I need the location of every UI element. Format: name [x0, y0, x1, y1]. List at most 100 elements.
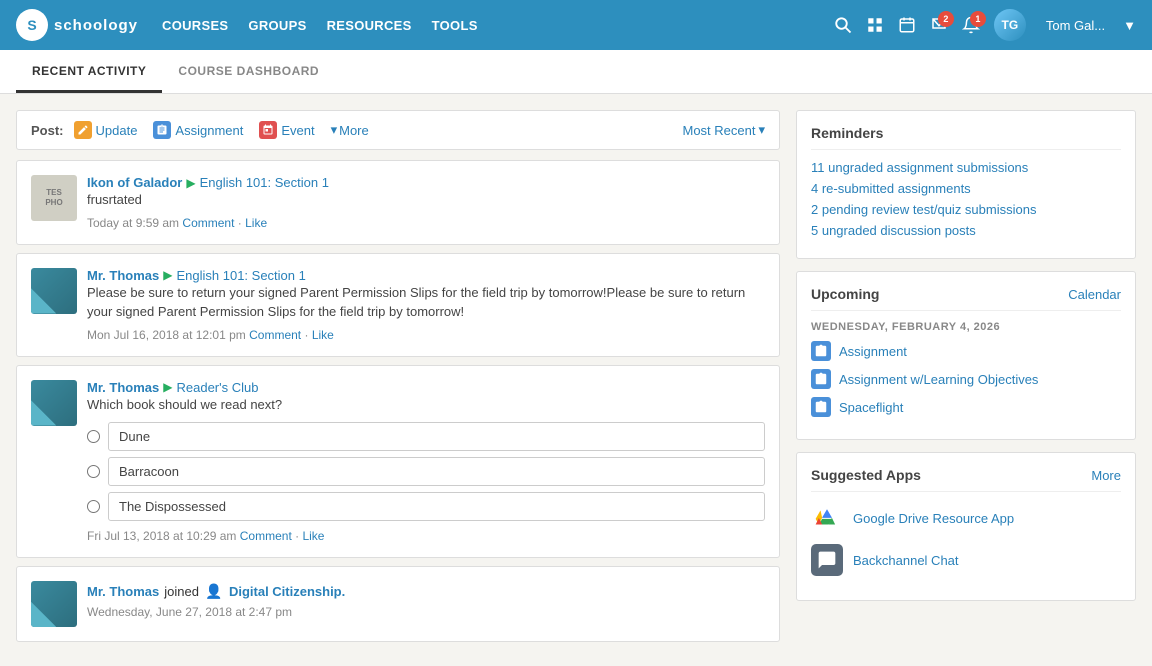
reminder-item[interactable]: 2 pending review test/quiz submissions — [811, 202, 1121, 217]
poll-option-text: The Dispossessed — [108, 492, 765, 521]
grid-icon[interactable] — [866, 16, 884, 34]
logo-text: schoology — [54, 17, 138, 34]
poll-radio[interactable] — [87, 465, 100, 478]
poll-radio[interactable] — [87, 500, 100, 513]
item-footer: Mon Jul 16, 2018 at 12:01 pm Comment · L… — [87, 328, 765, 342]
upcoming-item-label[interactable]: Assignment — [839, 344, 907, 359]
course-link[interactable]: English 101: Section 1 — [176, 268, 305, 283]
upcoming-item: Spaceflight — [811, 397, 1121, 417]
page-content: Post: Update Assignment — [0, 94, 1152, 666]
activity-item: Mr. Thomas ▶ Reader's Club Which book sh… — [16, 365, 780, 559]
comment-link[interactable]: Comment — [182, 216, 234, 230]
reminders-card: Reminders 11 ungraded assignment submiss… — [796, 110, 1136, 259]
user-name[interactable]: Tom Gal... — [1046, 18, 1105, 33]
user-link[interactable]: Mr. Thomas — [87, 380, 159, 395]
activity-item: Mr. Thomas ▶ English 101: Section 1 Plea… — [16, 253, 780, 357]
upcoming-item-label[interactable]: Assignment w/Learning Objectives — [839, 372, 1038, 387]
messages-icon[interactable]: 2 — [930, 16, 948, 34]
like-link[interactable]: Like — [245, 216, 267, 230]
logo[interactable]: S schoology — [16, 9, 138, 41]
assignment-icon — [811, 397, 831, 417]
reminder-item[interactable]: 5 ungraded discussion posts — [811, 223, 1121, 238]
suggested-app-label[interactable]: Google Drive Resource App — [853, 511, 1014, 526]
poll-options: Dune Barracoon The Dispossessed — [87, 422, 765, 521]
reminders-title: Reminders — [811, 125, 1121, 150]
upcoming-date: WEDNESDAY, FEBRUARY 4, 2026 — [811, 321, 1121, 333]
user-menu-chevron[interactable]: ▼ — [1123, 18, 1136, 33]
upcoming-title: Upcoming — [811, 286, 879, 302]
suggested-title: Suggested Apps — [811, 467, 921, 483]
suggested-item: Google Drive Resource App — [811, 502, 1121, 534]
sort-chevron: ▾ — [758, 122, 765, 138]
main-column: Post: Update Assignment — [16, 110, 780, 650]
suggested-item: Backchannel Chat — [811, 544, 1121, 576]
user-link[interactable]: Mr. Thomas — [87, 584, 159, 599]
post-more-btn[interactable]: ▾ More — [331, 122, 369, 138]
reminder-item[interactable]: 4 re-submitted assignments — [811, 181, 1121, 196]
messages-badge: 2 — [938, 11, 954, 27]
user-avatar[interactable]: TG — [994, 9, 1026, 41]
update-icon — [74, 121, 92, 139]
nav-tools[interactable]: TOOLS — [432, 18, 478, 33]
joined-text: joined — [164, 584, 199, 599]
tab-recent-activity[interactable]: RECENT ACTIVITY — [16, 50, 162, 93]
arrow-icon: ▶ — [163, 268, 172, 282]
nav-groups[interactable]: GROUPS — [248, 18, 306, 33]
poll-option: Dune — [87, 422, 765, 451]
post-assignment-btn[interactable]: Assignment — [153, 121, 243, 139]
user-link[interactable]: Mr. Thomas — [87, 268, 159, 283]
nav-resources[interactable]: RESOURCES — [327, 18, 412, 33]
poll-option-text: Dune — [108, 422, 765, 451]
sort-dropdown[interactable]: Most Recent ▾ — [682, 122, 765, 138]
item-time: Fri Jul 13, 2018 at 10:29 am — [87, 529, 236, 543]
group-icon: 👤 — [204, 581, 224, 601]
post-event-label: Event — [281, 123, 314, 138]
post-label: Post: — [31, 123, 64, 138]
assignment-icon — [811, 341, 831, 361]
avatar — [31, 380, 77, 426]
post-bar: Post: Update Assignment — [16, 110, 780, 150]
like-link[interactable]: Like — [312, 328, 334, 342]
upcoming-card: Upcoming Calendar WEDNESDAY, FEBRUARY 4,… — [796, 271, 1136, 440]
nav-courses[interactable]: COURSES — [162, 18, 228, 33]
comment-link[interactable]: Comment — [240, 529, 292, 543]
like-link[interactable]: Like — [302, 529, 324, 543]
poll-option: The Dispossessed — [87, 492, 765, 521]
suggested-apps-card: Suggested Apps More Google Drive Resourc… — [796, 452, 1136, 601]
item-footer: Wednesday, June 27, 2018 at 2:47 pm — [87, 605, 765, 619]
avatar: TESPHO — [31, 175, 77, 221]
arrow-icon: ▶ — [186, 176, 195, 190]
course-link[interactable]: English 101: Section 1 — [200, 175, 329, 190]
calendar-link[interactable]: Calendar — [1068, 287, 1121, 302]
calendar-icon[interactable] — [898, 16, 916, 34]
suggested-app-label[interactable]: Backchannel Chat — [853, 553, 959, 568]
course-link[interactable]: Reader's Club — [176, 380, 258, 395]
avatar — [31, 268, 77, 314]
upcoming-item-label[interactable]: Spaceflight — [839, 400, 903, 415]
gdrive-icon — [811, 502, 843, 534]
item-time: Today at 9:59 am — [87, 216, 179, 230]
item-time: Mon Jul 16, 2018 at 12:01 pm — [87, 328, 246, 342]
logo-icon: S — [16, 9, 48, 41]
tab-course-dashboard[interactable]: COURSE DASHBOARD — [162, 50, 335, 93]
comment-link[interactable]: Comment — [249, 328, 301, 342]
notifications-icon[interactable]: 1 — [962, 16, 980, 34]
poll-radio[interactable] — [87, 430, 100, 443]
post-update-label: Update — [96, 123, 138, 138]
activity-item: Mr. Thomas joined 👤 Digital Citizenship.… — [16, 566, 780, 642]
assignment-icon — [153, 121, 171, 139]
search-icon[interactable] — [834, 16, 852, 34]
reminder-item[interactable]: 11 ungraded assignment submissions — [811, 160, 1121, 175]
suggested-more[interactable]: More — [1091, 468, 1121, 483]
post-update-btn[interactable]: Update — [74, 121, 138, 139]
user-link[interactable]: Ikon of Galador — [87, 175, 182, 190]
notifications-badge: 1 — [970, 11, 986, 27]
arrow-icon: ▶ — [163, 380, 172, 394]
activity-item: TESPHO Ikon of Galador ▶ English 101: Se… — [16, 160, 780, 245]
tabs-bar: RECENT ACTIVITY COURSE DASHBOARD — [0, 50, 1152, 94]
post-event-btn[interactable]: Event — [259, 121, 314, 139]
poll-option: Barracoon — [87, 457, 765, 486]
group-link[interactable]: Digital Citizenship. — [229, 584, 345, 599]
chevron-icon: ▾ — [331, 122, 338, 138]
nav-links: COURSES GROUPS RESOURCES TOOLS — [162, 18, 834, 33]
